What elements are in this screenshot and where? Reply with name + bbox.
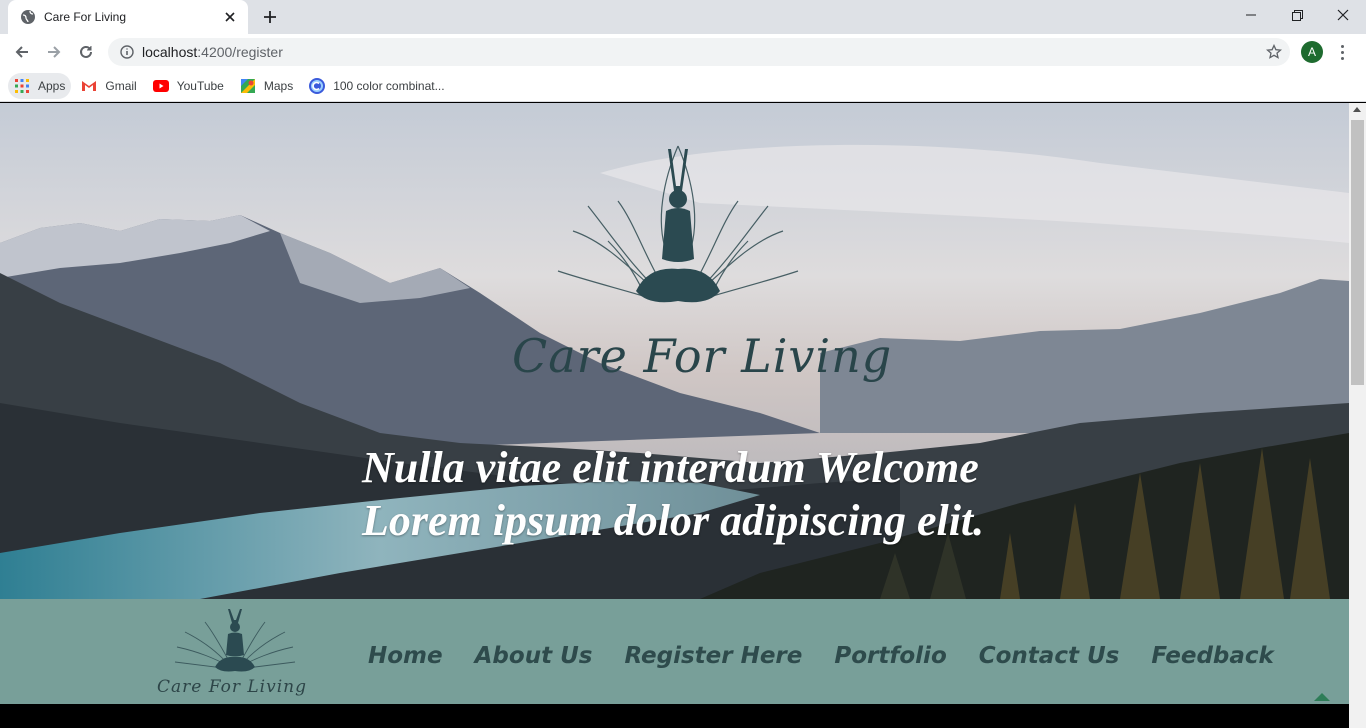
close-window-button[interactable]	[1320, 0, 1366, 30]
browser-tab[interactable]: Care For Living	[8, 0, 248, 34]
hero-brand-text: Care For Living	[512, 329, 893, 383]
profile-avatar[interactable]: A	[1301, 41, 1323, 63]
back-button[interactable]	[8, 38, 36, 66]
main-navbar: Care For Living Home About Us Register H…	[0, 599, 1349, 704]
headline-line-1: Nulla vitae elit interdum Welcome	[362, 443, 979, 492]
nav-link-feedback[interactable]: Feedback	[1151, 643, 1274, 669]
address-bar[interactable]: localhost:4200/register	[108, 38, 1290, 66]
restore-button[interactable]	[1274, 0, 1320, 30]
nav-link-home[interactable]: Home	[368, 643, 443, 669]
color-site-icon	[309, 77, 326, 94]
url-host: localhost	[142, 44, 198, 60]
browser-toolbar: localhost:4200/register A	[0, 34, 1366, 70]
gmail-icon	[81, 78, 97, 94]
maps-icon	[240, 78, 256, 94]
hero-banner: Care For Living Nulla vitae elit interdu…	[0, 103, 1349, 599]
meditating-figure-icon	[636, 149, 720, 303]
back-arrow-icon	[15, 46, 28, 58]
nav-link-contact-us[interactable]: Contact Us	[979, 643, 1120, 669]
scroll-up-arrow-icon[interactable]	[1353, 107, 1361, 112]
bookmark-label: Maps	[263, 78, 294, 93]
yoga-lotus-logo-small	[174, 609, 296, 672]
forward-button[interactable]	[40, 38, 68, 66]
navbar-brand-text: Care For Living	[157, 677, 307, 697]
youtube-icon	[152, 78, 169, 94]
bookmark-maps[interactable]: Maps	[234, 73, 299, 99]
bookmark-label: 100 color combinat...	[333, 78, 445, 93]
bookmark-apps[interactable]: Apps	[8, 72, 72, 99]
bookmark-gmail[interactable]: Gmail	[75, 73, 142, 99]
page-scrollbar[interactable]	[1349, 103, 1366, 728]
page-viewport: Care For Living Nulla vitae elit interdu…	[0, 103, 1349, 728]
new-tab-button[interactable]	[258, 7, 282, 27]
nav-link-portfolio[interactable]: Portfolio	[834, 643, 946, 669]
bookmark-star-icon[interactable]	[1266, 44, 1282, 60]
bookmark-label: Apps	[38, 78, 66, 93]
globe-icon	[20, 9, 36, 25]
scroll-to-top-icon[interactable]	[1314, 693, 1330, 701]
close-tab-icon[interactable]	[222, 9, 238, 25]
nav-links: Home About Us Register Here Portfolio Co…	[368, 643, 1306, 669]
bookmark-color-site[interactable]: 100 color combinat...	[303, 73, 450, 99]
bookmarks-bar: Apps Gmail YouTube Maps 100 color combin…	[0, 70, 1366, 102]
bookmark-label: YouTube	[176, 78, 224, 93]
nav-link-about-us[interactable]: About Us	[475, 643, 593, 669]
headline-line-2: Lorem ipsum dolor adipiscing elit.	[362, 496, 985, 545]
apps-grid-icon	[14, 78, 30, 94]
tab-title: Care For Living	[44, 10, 127, 24]
forward-arrow-icon	[48, 46, 61, 58]
bookmark-label: Gmail	[105, 78, 137, 93]
nav-link-register-here[interactable]: Register Here	[624, 643, 802, 669]
navbar-logo[interactable]: Care For Living	[155, 607, 320, 697]
tab-strip: Care For Living	[0, 0, 1366, 34]
hero-headline: Nulla vitae elit interdum Welcome Lorem …	[362, 441, 1062, 547]
yoga-lotus-logo	[557, 145, 799, 303]
minimize-button[interactable]	[1228, 0, 1274, 30]
page-below-fold	[0, 704, 1349, 728]
url-text: localhost:4200/register	[142, 44, 283, 60]
reload-icon	[80, 45, 92, 58]
scrollbar-thumb[interactable]	[1351, 120, 1364, 385]
info-icon[interactable]	[120, 45, 134, 59]
bookmark-youtube[interactable]: YouTube	[147, 73, 230, 99]
browser-menu-icon[interactable]	[1334, 41, 1350, 63]
reload-button[interactable]	[72, 38, 100, 66]
url-path: :4200/register	[197, 44, 283, 60]
